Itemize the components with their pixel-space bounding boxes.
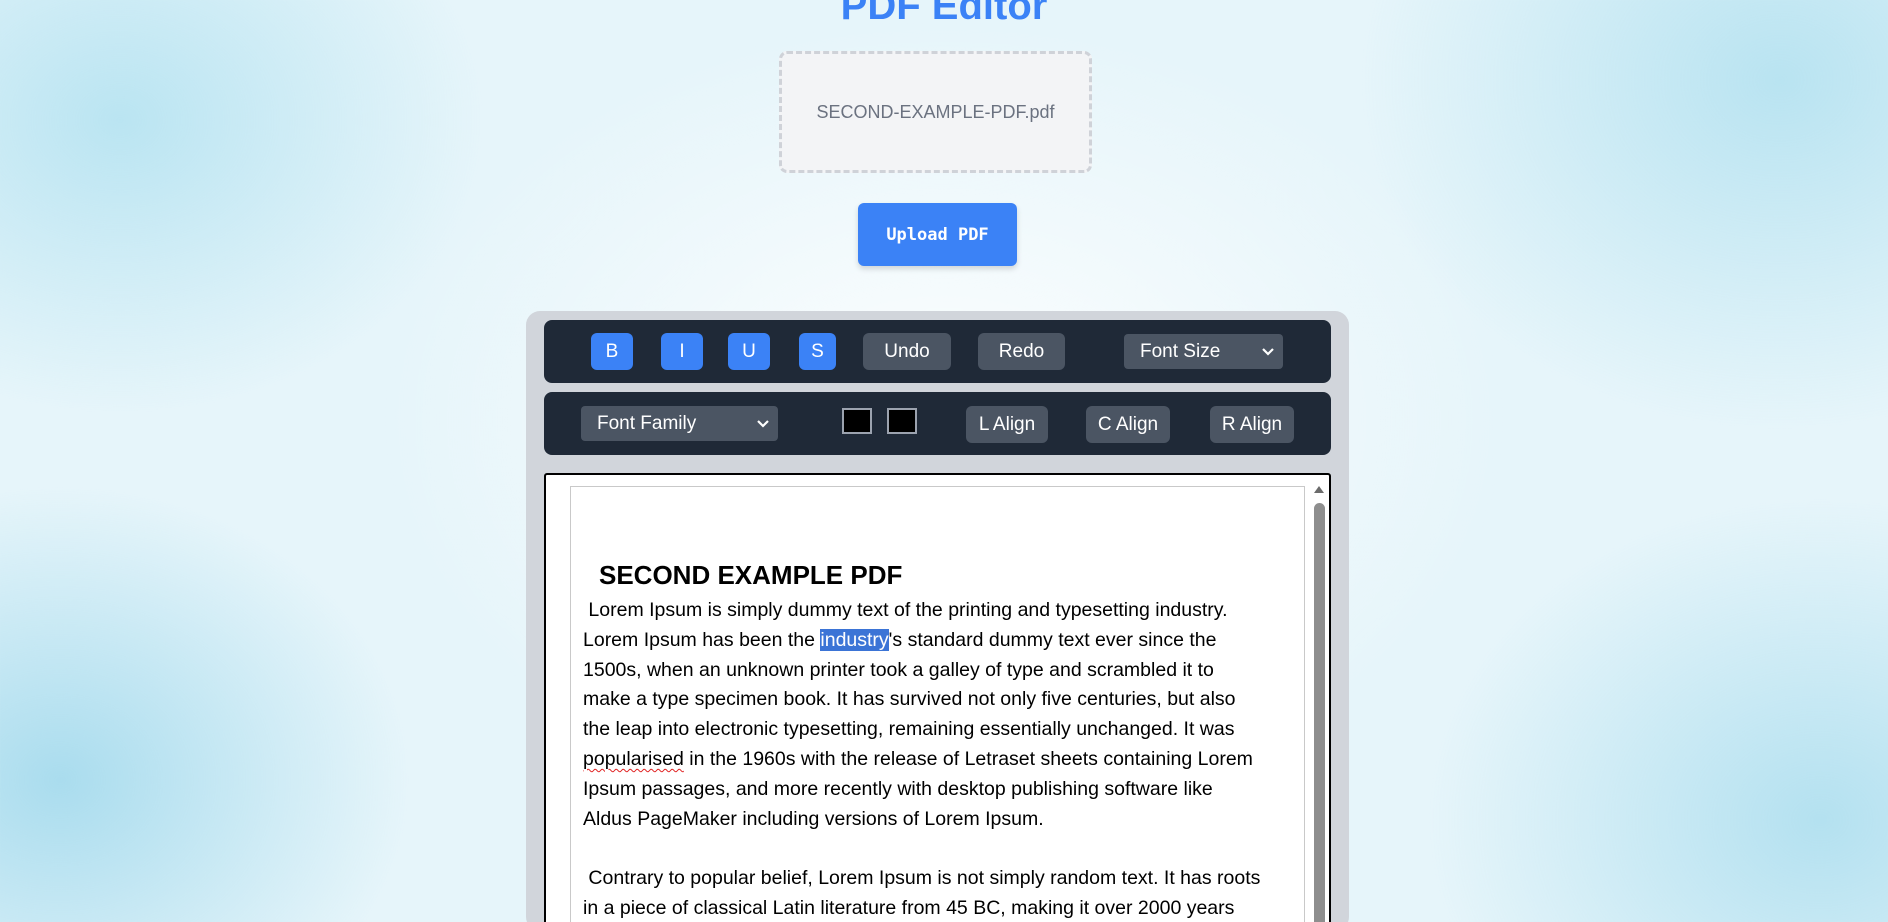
font-size-select[interactable]: Font Size — [1124, 334, 1283, 369]
vertical-scrollbar[interactable] — [1312, 483, 1326, 922]
document-editor[interactable]: SECOND EXAMPLE PDF Lorem Ipsum is simply… — [544, 473, 1331, 922]
text-line: Lorem Ipsum has been the industry's stan… — [583, 626, 1283, 656]
chevron-down-icon — [1262, 347, 1274, 356]
pdf-dropzone[interactable]: SECOND-EXAMPLE-PDF.pdf — [779, 51, 1092, 173]
selected-text[interactable]: industry — [820, 628, 889, 651]
text-line: make a type specimen book. It has surviv… — [583, 688, 1236, 711]
text-line: 1500s, when an unknown printer took a ga… — [583, 658, 1214, 681]
undo-button[interactable]: Undo — [863, 333, 951, 370]
redo-button[interactable]: Redo — [978, 333, 1065, 370]
document-heading: SECOND EXAMPLE PDF — [599, 560, 903, 590]
scrollbar-thumb[interactable] — [1314, 503, 1325, 922]
upload-pdf-button[interactable]: Upload PDF — [858, 203, 1017, 266]
highlight-color-picker[interactable] — [887, 408, 917, 434]
center-align-button[interactable]: C Align — [1086, 406, 1170, 443]
chevron-down-icon — [757, 419, 769, 428]
text-line: Aldus PageMaker including versions of Lo… — [583, 807, 1044, 830]
document-page[interactable]: SECOND EXAMPLE PDF Lorem Ipsum is simply… — [570, 486, 1305, 922]
text-line: popularised in the 1960s with the releas… — [583, 745, 1283, 775]
text-segment: in the 1960s with the release of Letrase… — [683, 747, 1253, 770]
selected-filename: SECOND-EXAMPLE-PDF.pdf — [816, 101, 1055, 122]
italic-button[interactable]: I — [661, 333, 703, 370]
paragraph[interactable]: Contrary to popular belief, Lorem Ipsum … — [583, 864, 1283, 922]
paragraph[interactable]: Lorem Ipsum is simply dummy text of the … — [583, 596, 1283, 834]
font-size-select-label: Font Size — [1140, 340, 1221, 362]
strikethrough-button[interactable]: S — [799, 333, 836, 370]
text-line: the leap into electronic typesetting, re… — [583, 718, 1235, 741]
text-line: Lorem Ipsum is simply dummy text of the … — [583, 599, 1228, 621]
triangle-up-icon[interactable] — [1313, 483, 1325, 495]
text-color-picker[interactable] — [842, 408, 872, 434]
text-segment: 's standard dummy text ever since the — [888, 628, 1217, 651]
text-line: Ipsum passages, and more recently with d… — [583, 777, 1213, 800]
right-align-button[interactable]: R Align — [1210, 406, 1294, 443]
text-line: Contrary to popular belief, Lorem Ipsum … — [583, 867, 1261, 889]
misspelled-word[interactable]: popularised — [583, 748, 684, 770]
underline-button[interactable]: U — [728, 333, 770, 370]
page-title: PDF Editor — [840, 0, 1048, 28]
font-family-select-label: Font Family — [597, 412, 697, 434]
left-align-button[interactable]: L Align — [966, 406, 1048, 443]
formatting-toolbar: B I U S Undo Redo Font Size — [544, 320, 1331, 383]
text-line: in a piece of classical Latin literature… — [583, 896, 1235, 919]
text-segment: Lorem Ipsum has been the — [583, 628, 821, 651]
bold-button[interactable]: B — [591, 333, 633, 370]
alignment-toolbar: Font Family L Align C Align R Align — [544, 392, 1331, 455]
font-family-select[interactable]: Font Family — [581, 406, 778, 441]
